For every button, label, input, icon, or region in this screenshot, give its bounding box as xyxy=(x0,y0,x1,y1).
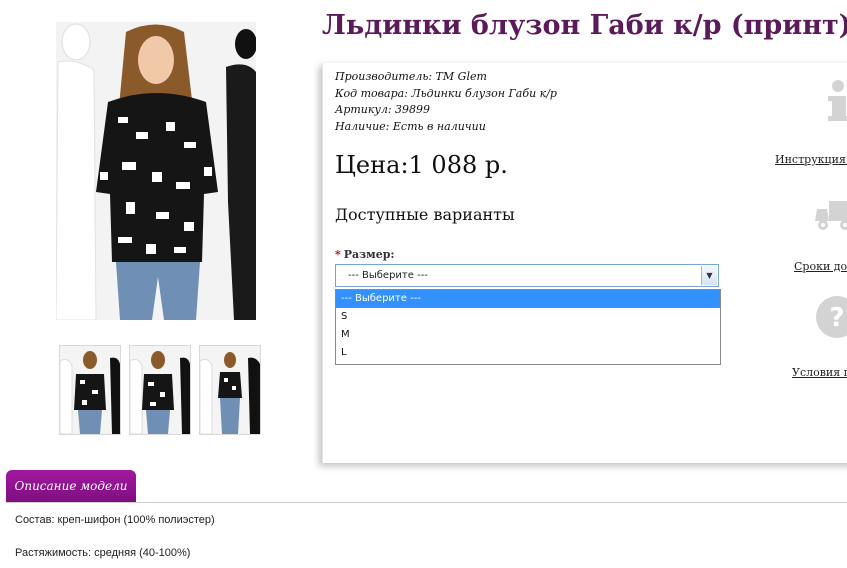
spec-row-manufacturer: Производитель: TM Glem xyxy=(335,69,557,86)
product-page: Льдинки блузон Габи к/р (принт) Производ… xyxy=(0,0,847,568)
size-select[interactable]: --- Выберите --- ▼ xyxy=(335,264,719,287)
spec-key: Код товара: xyxy=(335,86,408,100)
stretch-label: Растяжимость: xyxy=(15,547,92,559)
composition-label: Состав: xyxy=(15,514,55,526)
spec-value: 39899 xyxy=(391,103,431,116)
required-mark: * xyxy=(335,248,341,261)
instruction-link[interactable]: Инструкция п xyxy=(775,153,847,166)
question-icon: ? xyxy=(815,295,847,339)
tab-divider xyxy=(6,502,847,503)
info-icon xyxy=(823,79,847,123)
product-price: Цена:1 088 р. xyxy=(335,151,508,179)
spec-value: TM Glem xyxy=(432,70,487,83)
composition-line: Состав: креп-шифон (100% полиэстер) xyxy=(15,514,215,526)
stretch-line: Растяжимость: средняя (40-100%) xyxy=(15,547,190,559)
spec-value: Льдинки блузон Габи к/р xyxy=(407,86,557,100)
main-product-photo[interactable] xyxy=(56,22,256,320)
spec-row-availability: Наличие: Есть в наличии xyxy=(335,119,557,136)
thumbnail-1[interactable] xyxy=(59,345,121,435)
spec-list: Производитель: TM Glem Код товара: Льдин… xyxy=(335,69,557,135)
dropdown-option[interactable]: L xyxy=(336,344,720,362)
conditions-link[interactable]: Условия по xyxy=(792,366,847,379)
spec-key: Производитель: xyxy=(335,70,433,83)
size-dropdown-list: --- Выберите --- S M L xyxy=(335,289,721,365)
spec-key: Наличие: xyxy=(335,119,390,133)
thumbnail-2[interactable] xyxy=(129,345,191,435)
svg-text:?: ? xyxy=(829,303,844,333)
dropdown-option[interactable]: M xyxy=(336,326,720,344)
chevron-down-icon[interactable]: ▼ xyxy=(701,266,717,285)
stretch-value: средняя (40-100%) xyxy=(91,547,191,559)
product-title: Льдинки блузон Габи к/р (принт) xyxy=(322,10,847,41)
delivery-terms-link[interactable]: Сроки дос xyxy=(794,260,847,273)
tab-description[interactable]: Описание модели xyxy=(6,470,136,502)
spec-row-product-code: Код товара: Льдинки блузон Габи к/р xyxy=(335,86,557,103)
truck-icon xyxy=(815,193,847,233)
dropdown-option[interactable]: --- Выберите --- xyxy=(336,290,720,308)
spec-value: Есть в наличии xyxy=(389,119,486,133)
dropdown-option[interactable]: S xyxy=(336,308,720,326)
size-label: * Размер: xyxy=(335,248,395,261)
variants-heading: Доступные варианты xyxy=(335,205,515,224)
composition-value: креп-шифон (100% полиэстер) xyxy=(54,514,215,526)
product-info-panel: Производитель: TM Glem Код товара: Льдин… xyxy=(322,63,847,463)
spec-key: Артикул: xyxy=(335,103,392,116)
spec-row-article: Артикул: 39899 xyxy=(335,102,557,119)
thumbnail-3[interactable] xyxy=(199,345,261,435)
size-select-value: --- Выберите --- xyxy=(348,270,428,281)
size-label-text: Размер: xyxy=(343,248,395,261)
